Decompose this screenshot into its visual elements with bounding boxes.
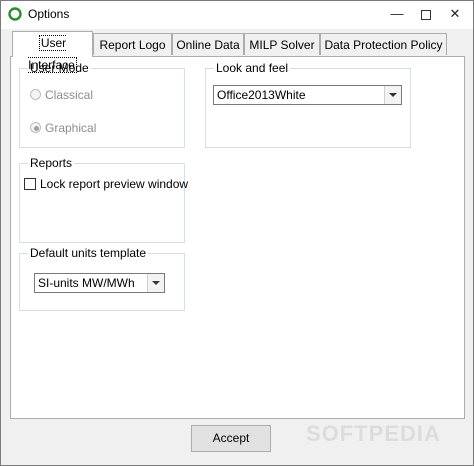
user-mode-group: User Mode Classical Graphical xyxy=(19,61,185,148)
tab-user-interface[interactable]: User Interface xyxy=(12,31,93,73)
graphical-label: Graphical xyxy=(45,121,97,135)
radio-icon xyxy=(30,89,41,100)
look-and-feel-select[interactable]: Office2013White xyxy=(213,85,402,105)
chevron-down-icon[interactable] xyxy=(384,86,401,104)
tab-online-data[interactable]: Online Data xyxy=(172,33,244,55)
tab-label: Data Protection Policy xyxy=(324,38,443,52)
radio-selected-icon xyxy=(30,122,41,133)
window-title: Options xyxy=(28,7,70,21)
checkbox-icon xyxy=(24,178,36,190)
maximize-button[interactable] xyxy=(411,1,441,29)
softpedia-watermark: SOFTPEDIA xyxy=(306,421,441,446)
app-icon xyxy=(8,7,22,21)
tab-data-protection-policy[interactable]: Data Protection Policy xyxy=(320,33,447,55)
classical-label: Classical xyxy=(45,88,94,102)
look-and-feel-title: Look and feel xyxy=(214,61,291,75)
graphical-radio[interactable]: Graphical xyxy=(30,121,170,136)
chevron-down-icon[interactable] xyxy=(147,274,164,292)
tab-milp-solver[interactable]: MILP Solver xyxy=(244,33,320,55)
tab-label: Online Data xyxy=(176,38,240,52)
tab-label: Report Logo xyxy=(99,38,166,52)
options-window: Options — ✕ User Interface Report Logo O… xyxy=(0,0,474,466)
lock-report-preview-checkbox[interactable]: Lock report preview window xyxy=(24,177,188,192)
accept-button[interactable]: Accept xyxy=(191,425,271,452)
classical-radio[interactable]: Classical xyxy=(30,88,170,103)
maximize-icon xyxy=(421,10,431,20)
default-units-value: SI-units MW/MWh xyxy=(38,276,135,290)
default-units-select[interactable]: SI-units MW/MWh xyxy=(34,273,165,293)
default-units-title: Default units template xyxy=(28,246,149,260)
tab-strip: User Interface Report Logo Online Data M… xyxy=(10,31,466,73)
look-and-feel-group: Look and feel Office2013White xyxy=(205,61,411,148)
look-and-feel-value: Office2013White xyxy=(217,88,306,102)
title-bar[interactable]: Options — ✕ xyxy=(1,1,473,29)
tab-label: User Interface xyxy=(28,35,77,73)
lock-report-preview-label: Lock report preview window xyxy=(40,177,189,191)
default-units-group: Default units template SI-units MW/MWh xyxy=(19,246,185,311)
minimize-button[interactable]: — xyxy=(382,1,412,29)
tab-report-logo[interactable]: Report Logo xyxy=(93,33,172,55)
tab-label: MILP Solver xyxy=(249,38,315,52)
reports-title: Reports xyxy=(28,156,75,170)
reports-group: Reports Lock report preview window xyxy=(19,156,188,243)
close-button[interactable]: ✕ xyxy=(440,1,470,29)
user-interface-panel: User Mode Classical Graphical Look and f… xyxy=(10,56,465,419)
